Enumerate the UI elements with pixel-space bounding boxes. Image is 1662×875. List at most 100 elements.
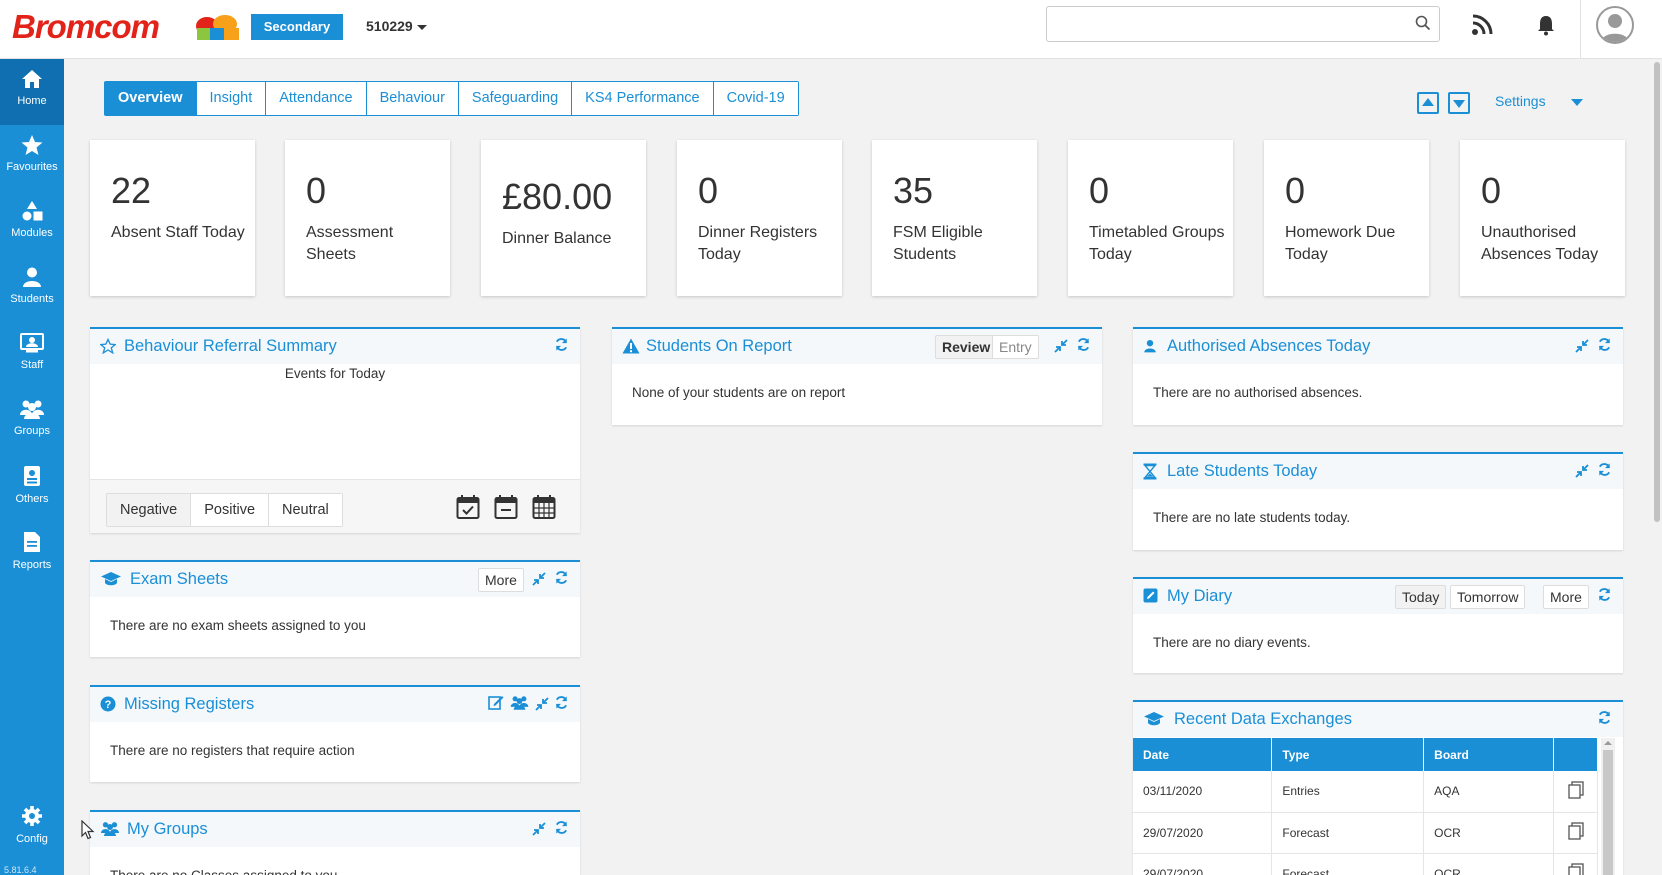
triangle-up-icon[interactable] bbox=[1601, 738, 1615, 748]
table-row[interactable]: 29/07/2020 Forecast OCR bbox=[1133, 853, 1598, 875]
mouse-cursor-icon bbox=[81, 820, 95, 840]
column-header-board[interactable]: Board bbox=[1423, 738, 1554, 771]
settings-dropdown[interactable]: Settings bbox=[1495, 93, 1546, 109]
refresh-icon[interactable] bbox=[1597, 462, 1612, 477]
sidebar-item-config[interactable]: Config bbox=[0, 795, 64, 861]
stat-label: Unauthorised Absences Today bbox=[1481, 224, 1599, 263]
page-scrollbar[interactable] bbox=[1654, 62, 1660, 522]
sidebar-item-students[interactable]: Students bbox=[0, 257, 64, 323]
warning-icon bbox=[622, 338, 640, 354]
column-header-type[interactable]: Type bbox=[1271, 738, 1425, 771]
refresh-icon[interactable] bbox=[554, 695, 569, 710]
stat-card-timetabled-groups[interactable]: 0 Timetabled Groups Today bbox=[1068, 140, 1233, 296]
panel-exam-sheets: Exam Sheets More There are no exam sheet… bbox=[90, 560, 580, 657]
table-row[interactable]: 03/11/2020 Entries AQA bbox=[1133, 771, 1598, 813]
collapse-icon[interactable] bbox=[532, 822, 546, 836]
chevron-down-icon[interactable] bbox=[1571, 99, 1583, 106]
edit-icon[interactable] bbox=[488, 695, 504, 710]
diary-tomorrow-button[interactable]: Tomorrow bbox=[1450, 585, 1526, 609]
edit-square-icon bbox=[1143, 588, 1158, 603]
sidebar-item-favourites[interactable]: Favourites bbox=[0, 125, 64, 191]
tab-safeguarding[interactable]: Safeguarding bbox=[458, 82, 573, 115]
cell-board: OCR bbox=[1423, 853, 1554, 875]
refresh-icon[interactable] bbox=[554, 570, 569, 585]
tab-ks4-performance[interactable]: KS4 Performance bbox=[572, 82, 714, 115]
collapse-icon[interactable] bbox=[1575, 339, 1589, 353]
column-header-actions bbox=[1553, 738, 1598, 771]
search-input[interactable] bbox=[1047, 7, 1407, 41]
table-row[interactable]: 29/07/2020 Forecast OCR bbox=[1133, 812, 1598, 854]
user-silhouette-icon bbox=[1601, 14, 1629, 42]
collapse-icon[interactable] bbox=[1575, 464, 1589, 478]
copy-document-icon[interactable] bbox=[1568, 863, 1584, 875]
refresh-icon[interactable] bbox=[1597, 710, 1612, 725]
notification-bell-icon[interactable] bbox=[1536, 14, 1556, 36]
sidebar-item-label: Reports bbox=[12, 559, 52, 571]
scroll-down-button[interactable] bbox=[1448, 92, 1470, 114]
tab-attendance[interactable]: Attendance bbox=[266, 82, 367, 115]
more-button[interactable]: More bbox=[1543, 585, 1589, 609]
authorised-absences-message: There are no authorised absences. bbox=[1153, 385, 1363, 400]
bromcom-logo[interactable]: Bromcom bbox=[12, 8, 160, 46]
tab-overview[interactable]: Overview bbox=[105, 82, 197, 115]
sidebar-item-modules[interactable]: Modules bbox=[0, 191, 64, 257]
stat-label: Homework Due Today bbox=[1285, 224, 1396, 263]
sidebar-item-reports[interactable]: Reports bbox=[0, 521, 64, 587]
refresh-icon[interactable] bbox=[554, 337, 569, 352]
stat-value: 0 bbox=[1481, 170, 1502, 211]
user-icon bbox=[1144, 339, 1156, 353]
triangle-down-icon bbox=[1453, 100, 1465, 108]
filter-positive[interactable]: Positive bbox=[191, 494, 270, 526]
stat-card-unauthorised-absences[interactable]: 0 Unauthorised Absences Today bbox=[1460, 140, 1625, 296]
calendar-minus-icon[interactable] bbox=[494, 494, 518, 520]
review-toggle[interactable]: Review bbox=[935, 335, 998, 359]
stat-card-absent-staff[interactable]: 22 Absent Staff Today bbox=[90, 140, 255, 296]
panel-header: Authorised Absences Today bbox=[1133, 329, 1623, 364]
school-code-dropdown[interactable]: 510229 bbox=[366, 18, 427, 34]
global-search[interactable] bbox=[1046, 6, 1440, 42]
refresh-icon[interactable] bbox=[1597, 337, 1612, 352]
diary-today-button[interactable]: Today bbox=[1395, 585, 1447, 609]
calendar-month-icon[interactable] bbox=[532, 494, 556, 520]
sidebar-item-others[interactable]: Others bbox=[0, 455, 64, 521]
stat-card-homework-due[interactable]: 0 Homework Due Today bbox=[1264, 140, 1429, 296]
missing-registers-message: There are no registers that require acti… bbox=[110, 743, 355, 758]
scroll-up-button[interactable] bbox=[1417, 92, 1439, 114]
table-scrollbar[interactable] bbox=[1601, 738, 1615, 875]
refresh-icon[interactable] bbox=[1076, 337, 1091, 352]
user-avatar[interactable] bbox=[1596, 6, 1634, 44]
stat-label: Dinner Registers Today bbox=[698, 224, 818, 263]
rss-feed-icon[interactable] bbox=[1471, 14, 1493, 36]
table-scrollbar-thumb[interactable] bbox=[1603, 750, 1613, 875]
entry-toggle[interactable]: Entry bbox=[992, 335, 1039, 359]
sidebar-item-home[interactable]: Home bbox=[0, 59, 64, 125]
collapse-icon[interactable] bbox=[535, 697, 549, 711]
stat-value: 0 bbox=[1285, 170, 1306, 211]
tab-insight[interactable]: Insight bbox=[196, 82, 267, 115]
sidebar-item-groups[interactable]: Groups bbox=[0, 389, 64, 455]
panel-students-on-report: Students On Report Review Entry None of … bbox=[612, 327, 1102, 425]
stat-card-dinner-balance[interactable]: £80.00 Dinner Balance bbox=[481, 140, 646, 296]
hourglass-icon bbox=[1143, 463, 1157, 480]
collapse-icon[interactable] bbox=[532, 572, 546, 586]
more-button[interactable]: More bbox=[478, 568, 524, 592]
column-header-date[interactable]: Date bbox=[1133, 738, 1273, 771]
stat-card-fsm-eligible[interactable]: 35 FSM Eligible Students bbox=[872, 140, 1037, 296]
sidebar-item-label: Home bbox=[17, 95, 47, 107]
collapse-icon[interactable] bbox=[1054, 339, 1068, 353]
calendar-check-icon[interactable] bbox=[456, 494, 480, 520]
copy-document-icon[interactable] bbox=[1568, 822, 1584, 840]
stat-card-dinner-registers[interactable]: 0 Dinner Registers Today bbox=[677, 140, 842, 296]
refresh-icon[interactable] bbox=[554, 820, 569, 835]
sidebar-item-staff[interactable]: Staff bbox=[0, 323, 64, 389]
search-icon[interactable] bbox=[1415, 15, 1431, 31]
groups-icon[interactable] bbox=[510, 695, 529, 710]
filter-neutral[interactable]: Neutral bbox=[269, 494, 342, 526]
students-on-report-message: None of your students are on report bbox=[632, 385, 846, 400]
filter-negative[interactable]: Negative bbox=[107, 494, 192, 526]
tab-behaviour[interactable]: Behaviour bbox=[366, 82, 459, 115]
copy-document-icon[interactable] bbox=[1568, 781, 1584, 799]
tab-covid-19[interactable]: Covid-19 bbox=[713, 82, 798, 115]
refresh-icon[interactable] bbox=[1597, 587, 1612, 602]
stat-card-assessment-sheets[interactable]: 0 Assessment Sheets bbox=[285, 140, 450, 296]
